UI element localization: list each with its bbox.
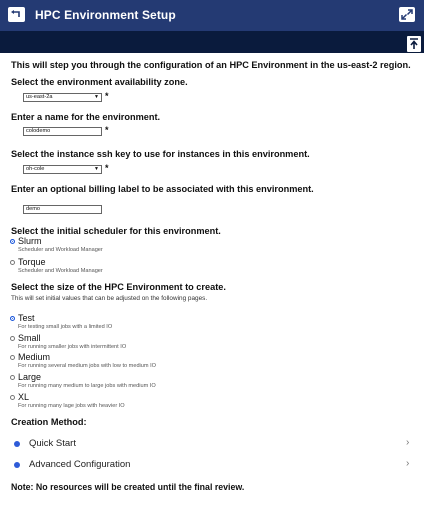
size-option-label: Test — [18, 313, 35, 323]
scheduler-option-desc: Scheduler and Workload Manager — [18, 247, 103, 253]
size-option-label: Small — [18, 333, 41, 343]
scheduler-radio-torque[interactable] — [10, 260, 15, 265]
creation-method-title: Creation Method: — [11, 417, 87, 427]
zone-select[interactable]: us-east-2a ▼ — [23, 93, 102, 102]
method-advanced-configuration[interactable]: Advanced Configuration › — [0, 456, 424, 476]
scheduler-question: Select the initial scheduler for this en… — [11, 226, 221, 236]
upload-icon — [410, 38, 418, 49]
method-label: Quick Start — [29, 438, 76, 449]
required-marker: * — [105, 91, 109, 101]
chevron-down-icon: ▼ — [94, 166, 99, 172]
bullet-icon — [14, 441, 20, 447]
expand-icon — [401, 9, 413, 20]
size-option-desc: For running several medium jobs with low… — [18, 363, 157, 369]
size-radio-small[interactable] — [10, 336, 15, 341]
billing-question: Enter an optional billing label to be as… — [11, 184, 314, 194]
size-radio-large[interactable] — [10, 375, 15, 380]
size-option-desc: For running smaller jobs with intermitte… — [18, 344, 127, 350]
scheduler-option-desc: Scheduler and Workload Manager — [18, 268, 103, 274]
bullet-icon — [14, 462, 20, 468]
size-option-label: Large — [18, 372, 42, 382]
sshkey-select-value: oh-cole — [26, 166, 45, 172]
upload-button[interactable] — [407, 36, 421, 52]
chevron-right-icon: › — [406, 458, 410, 469]
chevron-right-icon: › — [406, 437, 410, 448]
scheduler-option-label: Slurm — [18, 236, 42, 246]
zone-question: Select the environment availability zone… — [11, 77, 188, 87]
size-option-label: XL — [18, 392, 30, 402]
size-radio-test[interactable] — [10, 316, 15, 321]
sshkey-select[interactable]: oh-cole ▼ — [23, 165, 102, 174]
size-question: Select the size of the HPC Environment t… — [11, 282, 226, 292]
back-arrow-icon — [11, 10, 20, 17]
environment-name-input[interactable]: colodemo — [23, 127, 102, 136]
required-marker: * — [105, 125, 109, 135]
size-option-desc: For running many lage jobs with heavier … — [18, 403, 125, 409]
size-radio-medium[interactable] — [10, 355, 15, 360]
size-note: This will set initial values that can be… — [11, 295, 208, 302]
method-label: Advanced Configuration — [29, 459, 131, 470]
method-quick-start[interactable]: Quick Start › — [0, 434, 424, 454]
sub-toolbar — [0, 31, 424, 53]
page-title: HPC Environment Setup — [35, 8, 176, 22]
billing-label-input[interactable]: demo — [23, 205, 102, 214]
size-option-label: Medium — [18, 352, 51, 362]
name-question: Enter a name for the environment. — [11, 112, 161, 122]
back-button[interactable] — [8, 7, 25, 22]
zone-select-value: us-east-2a — [26, 94, 53, 100]
size-radio-xl[interactable] — [10, 395, 15, 400]
required-marker: * — [105, 163, 109, 173]
footer-note: Note: No resources will be created until… — [11, 482, 245, 492]
size-option-desc: For running many medium to large jobs wi… — [18, 383, 156, 389]
intro-text: This will step you through the configura… — [11, 60, 411, 70]
chevron-down-icon: ▼ — [94, 94, 99, 100]
expand-button[interactable] — [399, 7, 415, 22]
size-option-desc: For testing small jobs with a limited IO — [18, 324, 113, 330]
scheduler-radio-slurm[interactable] — [10, 239, 15, 244]
sshkey-question: Select the instance ssh key to use for i… — [11, 149, 310, 159]
scheduler-option-label: Torque — [18, 257, 46, 267]
